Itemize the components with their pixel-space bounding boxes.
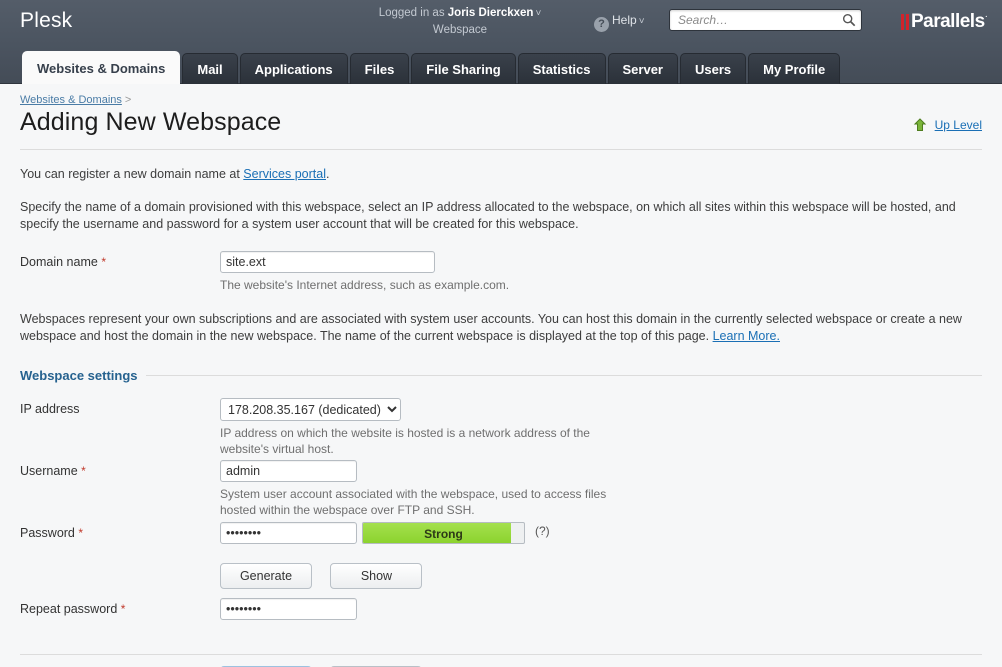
- up-level-link[interactable]: Up Level: [913, 118, 982, 132]
- tab-my-profile[interactable]: My Profile: [748, 53, 841, 84]
- password-actions-wrap: Generate Show: [220, 555, 982, 589]
- tab-applications[interactable]: Applications: [239, 53, 348, 84]
- parallels-bars-icon: [900, 13, 911, 31]
- parallels-wordmark: Parallels: [910, 11, 985, 32]
- webspace-note-text: Webspaces represent your own subscriptio…: [20, 312, 962, 343]
- logged-in-prefix: Logged in as: [378, 7, 445, 19]
- password-row: Password * Strong (?): [20, 522, 982, 555]
- domain-name-field-wrap: The website's Internet address, such as …: [220, 251, 982, 293]
- username-row: Username * System user account associate…: [20, 460, 982, 522]
- user-menu-button[interactable]: Joris Dierckxen: [448, 7, 534, 19]
- domain-name-label-text: Domain name: [20, 255, 98, 269]
- password-strength-label: Strong: [424, 527, 463, 541]
- logged-in-block: Logged in as Joris Dierckxen ˅ Webspace: [330, 5, 590, 38]
- chevron-down-icon[interactable]: ˅: [535, 6, 541, 22]
- ip-address-field-wrap: 178.208.35.167 (dedicated) IP address on…: [220, 398, 982, 457]
- domain-name-label: Domain name *: [20, 255, 106, 269]
- required-asterisk: *: [78, 526, 84, 540]
- required-asterisk: *: [101, 255, 106, 269]
- repeat-password-label-text: Repeat password: [20, 602, 118, 616]
- tab-mail[interactable]: Mail: [182, 53, 238, 84]
- tab-websites-and-domains[interactable]: Websites & Domains: [22, 51, 181, 84]
- title-divider: [20, 149, 982, 150]
- tab-statistics[interactable]: Statistics: [517, 53, 606, 84]
- domain-name-row: Domain name * The website's Internet add…: [20, 251, 982, 297]
- logged-in-line: Logged in as Joris Dierckxen ˅: [330, 5, 590, 22]
- required-asterisk: *: [120, 602, 126, 616]
- username-input[interactable]: [220, 460, 357, 482]
- services-portal-link[interactable]: Services portal: [243, 167, 326, 181]
- domain-name-input[interactable]: [220, 251, 435, 273]
- repeat-password-label: Repeat password *: [20, 602, 125, 616]
- up-level-label[interactable]: Up Level: [935, 118, 982, 132]
- tab-files[interactable]: Files: [349, 53, 410, 84]
- intro-paragraph-1: You can register a new domain name at Se…: [20, 166, 982, 183]
- webspace-note: Webspaces represent your own subscriptio…: [20, 311, 982, 345]
- breadcrumb-link-websites-and-domains[interactable]: Websites & Domains: [20, 94, 122, 106]
- breadcrumb: Websites & Domains >: [20, 84, 982, 106]
- username-label: Username *: [20, 464, 86, 478]
- domain-name-hint: The website's Internet address, such as …: [220, 278, 510, 292]
- webspace-settings-section-header: Webspace settings: [20, 367, 982, 383]
- help-question-icon: ?: [594, 17, 609, 32]
- main-navigation-tabs: Websites & Domains Mail Applications Files F…: [0, 45, 1002, 84]
- search-input[interactable]: [676, 10, 836, 30]
- parallels-logo: Parallels·: [900, 11, 988, 33]
- ip-address-row: IP address 178.208.35.167 (dedicated) IP…: [20, 398, 982, 460]
- tab-file-sharing[interactable]: File Sharing: [411, 53, 516, 84]
- password-input[interactable]: [220, 522, 357, 544]
- plesk-logo: Plesk: [20, 9, 73, 32]
- footer-divider: [20, 654, 982, 655]
- username-hint: System user account associated with the …: [220, 487, 607, 517]
- tab-users[interactable]: Users: [680, 53, 747, 84]
- context-label: Webspace: [432, 24, 488, 36]
- learn-more-link[interactable]: Learn More.: [713, 329, 780, 343]
- repeat-password-row: Repeat password *: [20, 598, 982, 628]
- intro-paragraph-2: Specify the name of a domain provisioned…: [20, 200, 956, 231]
- password-strength-meter: Strong: [362, 522, 525, 544]
- required-asterisk: *: [81, 464, 86, 478]
- ip-address-select[interactable]: 178.208.35.167 (dedicated): [220, 398, 401, 421]
- section-divider: [20, 375, 982, 376]
- title-row: Adding New Webspace Up Level: [20, 108, 982, 137]
- password-label: Password *: [20, 526, 83, 540]
- intro-text-after: .: [325, 167, 330, 181]
- intro-text-before: You can register a new domain name at: [20, 167, 244, 181]
- help-label: Help: [612, 13, 637, 27]
- show-password-button[interactable]: Show: [330, 563, 423, 589]
- password-help-marker[interactable]: (?): [535, 524, 550, 538]
- ip-address-label: IP address: [20, 402, 80, 416]
- page-title: Adding New Webspace: [20, 108, 282, 136]
- repeat-password-input[interactable]: [220, 598, 357, 620]
- webspace-settings-title: Webspace settings: [20, 368, 146, 383]
- password-actions-row: Generate Show: [20, 555, 982, 598]
- generate-password-button[interactable]: Generate: [220, 563, 312, 589]
- up-arrow-icon: [914, 118, 927, 131]
- top-header-bar: Plesk Logged in as Joris Dierckxen ˅ Webs…: [0, 0, 1002, 45]
- ip-address-hint: IP address on which the website is hoste…: [220, 426, 590, 456]
- parallels-dot: ·: [984, 11, 988, 22]
- breadcrumb-separator: >: [124, 94, 132, 106]
- page-content: Websites & Domains > Adding New Webspace …: [0, 84, 1002, 667]
- search-icon[interactable]: [842, 13, 856, 27]
- chevron-down-icon: ˅: [638, 16, 645, 27]
- add-webspace-form: Domain name * The website's Internet add…: [20, 251, 982, 667]
- password-label-text: Password: [20, 526, 75, 540]
- tab-server[interactable]: Server: [607, 53, 678, 84]
- form-footer: * Required fields OK Cancel: [20, 654, 982, 667]
- username-field-wrap: System user account associated with the …: [220, 460, 982, 518]
- help-menu[interactable]: ? Help ˅: [594, 13, 645, 32]
- search-box[interactable]: [669, 9, 862, 31]
- username-label-text: Username: [20, 464, 78, 478]
- password-field-wrap: Strong (?): [220, 522, 982, 544]
- repeat-password-field-wrap: [220, 598, 982, 620]
